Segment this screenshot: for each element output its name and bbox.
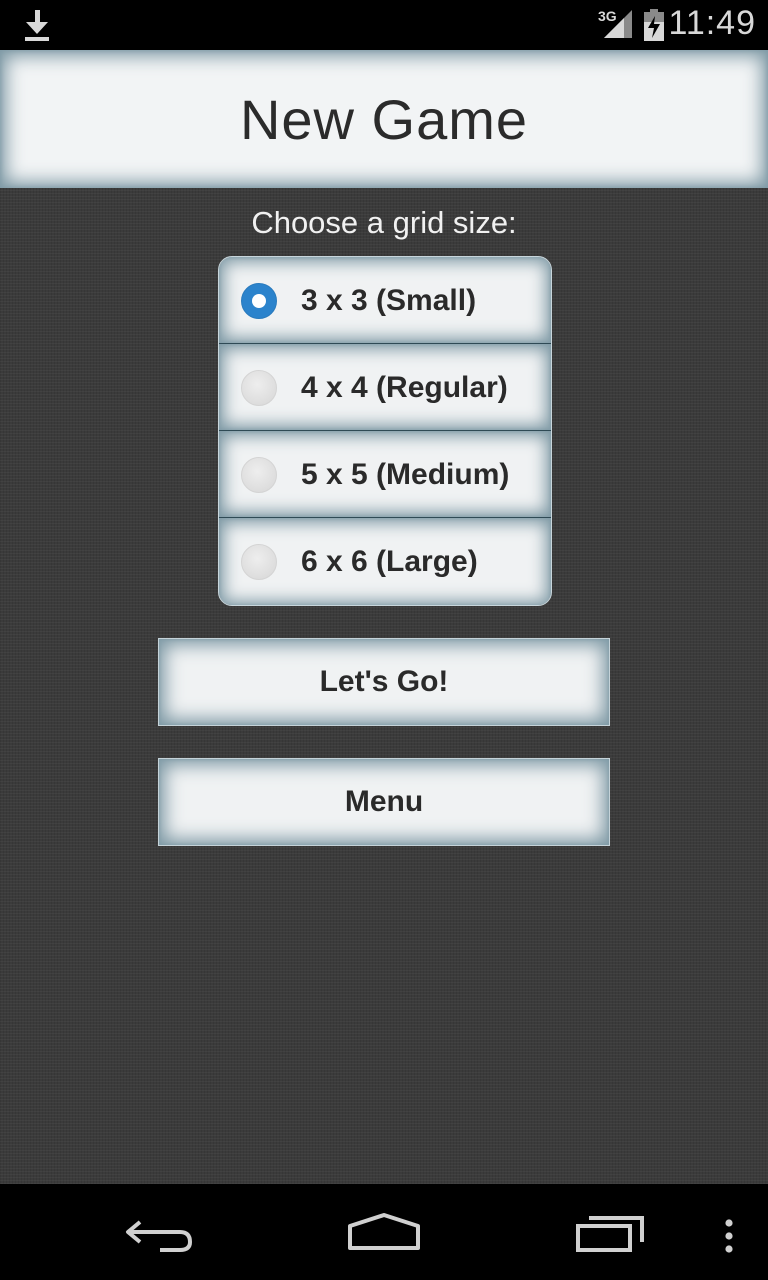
grid-option-5x5[interactable]: 5 x 5 (Medium) <box>219 431 551 518</box>
overflow-menu-icon[interactable] <box>724 1218 734 1254</box>
radio-button-checked[interactable] <box>241 283 277 319</box>
navigation-bar <box>0 1184 768 1280</box>
status-bar: 3G 11:49 <box>0 0 768 50</box>
home-icon[interactable] <box>347 1212 421 1252</box>
grid-option-6x6[interactable]: 6 x 6 (Large) <box>219 518 551 605</box>
grid-option-label: 5 x 5 (Medium) <box>301 458 510 491</box>
download-icon <box>25 10 49 41</box>
recents-icon[interactable] <box>575 1214 645 1254</box>
title-bar: New Game <box>0 50 768 188</box>
radio-button[interactable] <box>241 370 277 406</box>
signal-icon <box>604 10 632 38</box>
grid-option-label: 4 x 4 (Regular) <box>301 371 508 404</box>
grid-option-label: 6 x 6 (Large) <box>301 545 478 578</box>
battery-icon <box>644 9 664 41</box>
back-icon[interactable] <box>124 1214 194 1254</box>
grid-option-4x4[interactable]: 4 x 4 (Regular) <box>219 344 551 431</box>
menu-button[interactable]: Menu <box>158 758 610 846</box>
radio-button[interactable] <box>241 544 277 580</box>
grid-size-prompt: Choose a grid size: <box>251 205 517 240</box>
grid-option-3x3[interactable]: 3 x 3 (Small) <box>219 257 551 344</box>
grid-option-label: 3 x 3 (Small) <box>301 284 477 317</box>
lets-go-button[interactable]: Let's Go! <box>158 638 610 726</box>
main-content: New Game Choose a grid size: 3 x 3 (Smal… <box>0 50 768 1184</box>
radio-button[interactable] <box>241 457 277 493</box>
page-title: New Game <box>239 87 529 151</box>
grid-size-radio-group: 3 x 3 (Small) 4 x 4 (Regular) 5 x 5 (Med… <box>218 256 552 606</box>
clock: 11:49 <box>668 4 756 42</box>
